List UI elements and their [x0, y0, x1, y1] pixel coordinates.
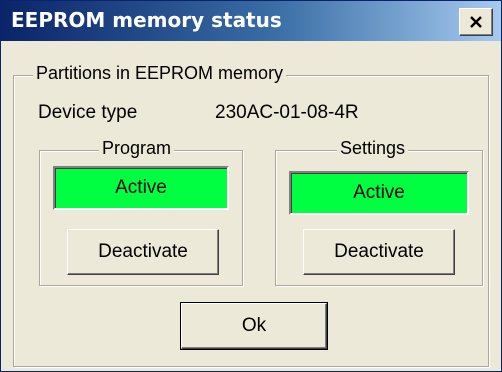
close-button[interactable]: [459, 8, 493, 36]
device-type-value: 230AC-01-08-4R: [215, 102, 359, 123]
settings-status-indicator: Active: [289, 171, 469, 215]
settings-legend: Settings: [337, 138, 409, 159]
program-status-indicator: Active: [53, 166, 229, 210]
partitions-legend: Partitions in EEPROM memory: [33, 63, 287, 84]
window-title: EEPROM memory status: [11, 8, 282, 32]
close-icon: [470, 16, 482, 28]
ok-button[interactable]: Ok: [180, 302, 328, 350]
settings-deactivate-button[interactable]: Deactivate: [303, 229, 455, 275]
program-legend: Program: [99, 138, 175, 159]
title-bar[interactable]: EEPROM memory status: [1, 1, 501, 41]
program-deactivate-button[interactable]: Deactivate: [67, 229, 219, 275]
device-type-label: Device type: [38, 102, 138, 123]
eeprom-status-dialog: EEPROM memory status Partitions in EEPRO…: [0, 0, 502, 372]
